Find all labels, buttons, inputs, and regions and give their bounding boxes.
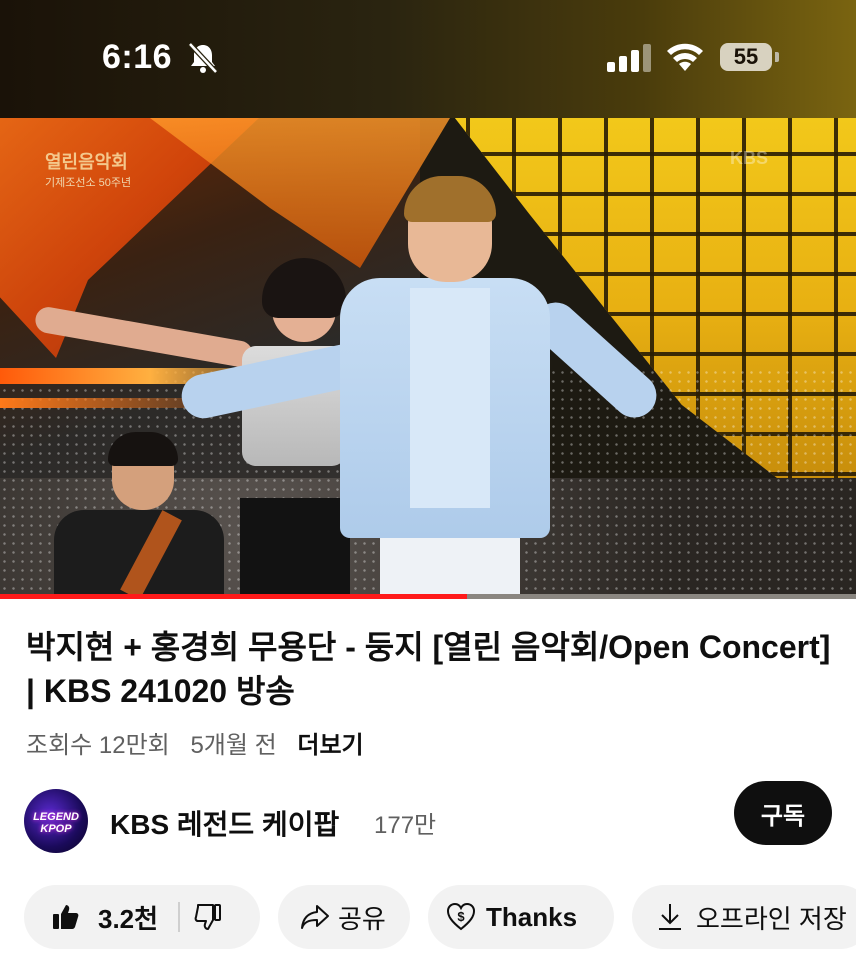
subscribe-button[interactable]: 구독	[734, 781, 832, 845]
like-count: 3.2천	[98, 903, 159, 934]
share-icon	[301, 905, 329, 929]
video-dancer-skirt	[240, 498, 350, 596]
heart-dollar-icon: $	[446, 902, 476, 931]
program-logo: 열린음악회 기제조선소 50주년	[45, 148, 131, 190]
channel-avatar[interactable]: LEGEND KPOP	[24, 789, 88, 853]
svg-text:$: $	[457, 909, 465, 924]
bell-slash-icon	[188, 42, 218, 74]
download-icon	[659, 904, 681, 930]
video-meta[interactable]: 조회수 12만회 5개월 전 더보기	[26, 725, 378, 760]
offline-save-button[interactable]: 오프라인 저장	[632, 885, 856, 949]
status-time: 6:16	[102, 38, 173, 76]
like-button[interactable]: 3.2천	[24, 899, 158, 936]
status-bar: 6:16 55	[0, 0, 856, 118]
wifi-icon	[667, 43, 703, 71]
video-player[interactable]: 열린음악회 기제조선소 50주년 KBS	[0, 118, 856, 596]
battery-tip	[775, 52, 779, 62]
like-dislike-pill: 3.2천	[24, 885, 260, 949]
thanks-label: Thanks	[486, 901, 578, 932]
video-guitarist-hair	[108, 432, 178, 466]
video-info-panel: 박지현 + 홍경희 무용단 - 둥지 [열린 음악회/Open Concert]…	[0, 599, 856, 969]
channel-row: LEGEND KPOP KBS 레전드 케이팝 177만 구독	[0, 781, 856, 853]
channel-avatar-logo: LEGEND KPOP	[28, 811, 84, 835]
video-title[interactable]: 박지현 + 홍경희 무용단 - 둥지 [열린 음악회/Open Concert]…	[26, 625, 836, 713]
thumbs-up-icon	[53, 905, 79, 929]
avatar-text-kpop: KPOP	[40, 823, 72, 835]
action-bar: 3.2천 공유 $ Thanks 오프라인 저장	[0, 885, 856, 949]
upload-age: 5개월 전	[190, 732, 277, 759]
video-singer-shirt	[410, 288, 490, 508]
thumbs-down-icon[interactable]	[194, 903, 222, 931]
video-singer-hair	[404, 176, 496, 222]
subscriber-count: 177만	[374, 812, 437, 839]
battery-icon: 55	[720, 43, 772, 71]
program-logo-title: 열린음악회	[45, 152, 128, 172]
thanks-button[interactable]: $ Thanks	[428, 885, 614, 949]
share-button[interactable]: 공유	[278, 885, 410, 949]
kbs-watermark: KBS	[730, 148, 769, 168]
avatar-text-legend: LEGEND	[33, 811, 79, 823]
signal-icon	[607, 44, 651, 72]
share-label: 공유	[338, 903, 386, 934]
channel-name[interactable]: KBS 레전드 케이팝	[110, 803, 339, 843]
view-count: 조회수 12만회	[26, 732, 170, 759]
more-button[interactable]: 더보기	[297, 732, 363, 759]
program-logo-subtitle: 기제조선소 50주년	[45, 177, 132, 189]
like-divider	[178, 902, 181, 932]
offline-save-label: 오프라인 저장	[696, 903, 847, 934]
